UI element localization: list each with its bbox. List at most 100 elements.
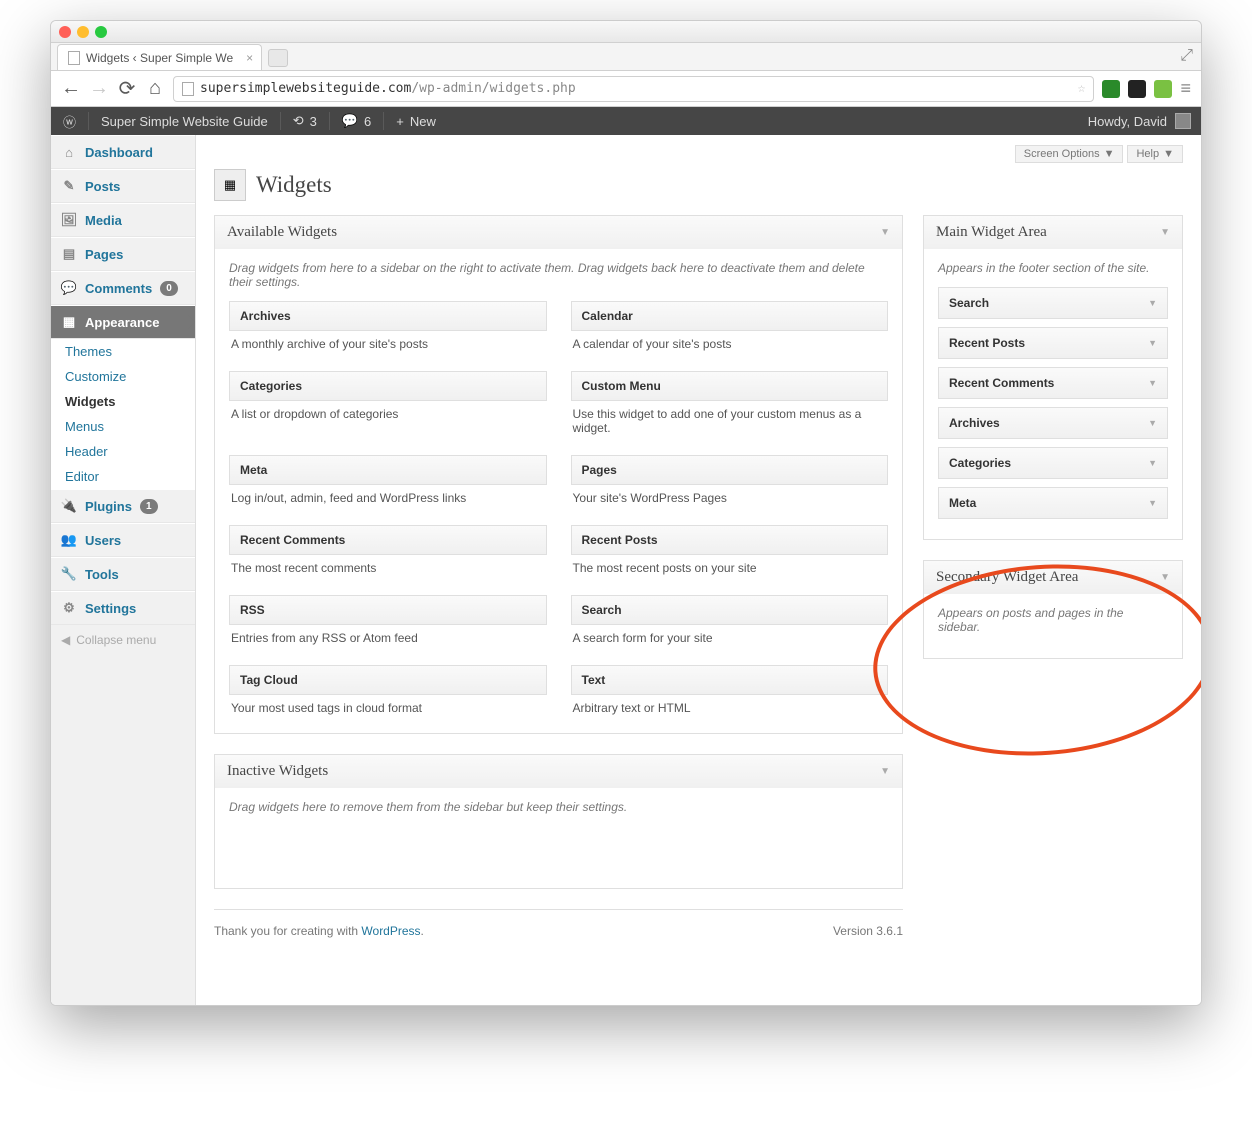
menu-plugins[interactable]: 🔌Plugins1 [51,489,195,523]
widget-description: Use this widget to add one of your custo… [571,401,889,441]
wp-admin-bar: ⓦ Super Simple Website Guide ⟲3 💬6 +New … [51,107,1201,135]
available-widget[interactable]: Custom MenuUse this widget to add one of… [571,371,889,441]
sidebar-widget-item[interactable]: Meta▼ [938,487,1168,519]
menu-settings[interactable]: ⚙Settings [51,591,195,625]
available-widget[interactable]: TextArbitrary text or HTML [571,665,889,721]
available-widget[interactable]: RSSEntries from any RSS or Atom feed [229,595,547,651]
minimize-window-button[interactable] [77,26,89,38]
chrome-menu-icon[interactable]: ≡ [1180,78,1191,99]
available-widget[interactable]: CategoriesA list or dropdown of categori… [229,371,547,441]
widget-title: Archives [229,301,547,331]
chevron-down-icon: ▼ [1148,378,1157,388]
widget-title: Search [571,595,889,625]
site-name-menu[interactable]: Super Simple Website Guide [89,107,280,135]
plugin-icon: 🔌 [61,498,77,514]
extension-icon[interactable] [1154,80,1172,98]
tab-title: Widgets ‹ Super Simple We [86,51,233,65]
bookmark-star-icon[interactable]: ☆ [1078,81,1086,96]
widget-name: Categories [949,456,1011,470]
available-widget[interactable]: Recent CommentsThe most recent comments [229,525,547,581]
new-content-menu[interactable]: +New [384,107,448,135]
refresh-icon: ⟲ [293,113,304,129]
zoom-window-button[interactable] [95,26,107,38]
extension-icon[interactable] [1102,80,1120,98]
submenu-menus[interactable]: Menus [51,414,195,439]
available-widget[interactable]: Recent PostsThe most recent posts on you… [571,525,889,581]
browser-tab[interactable]: Widgets ‹ Super Simple We × [57,44,262,70]
submenu-widgets[interactable]: Widgets [51,389,195,414]
reload-button[interactable]: ⟳ [117,76,137,101]
available-widget[interactable]: ArchivesA monthly archive of your site's… [229,301,547,357]
wordpress-logo-icon: ⓦ [63,112,76,131]
user-avatar[interactable] [1175,113,1191,129]
sidebar-widget-item[interactable]: Recent Posts▼ [938,327,1168,359]
wp-logo-menu[interactable]: ⓦ [51,107,88,135]
back-button[interactable]: ← [61,77,81,100]
menu-label: Comments [85,281,152,296]
comments-menu[interactable]: 💬6 [330,107,383,135]
panel-title: Inactive Widgets [227,763,328,780]
sidebar-widget-item[interactable]: Categories ▼ [938,447,1168,479]
widget-description: Log in/out, admin, feed and WordPress li… [229,485,547,511]
forward-button[interactable]: → [89,77,109,100]
howdy-label[interactable]: Howdy, David [1088,114,1167,129]
available-widget[interactable]: CalendarA calendar of your site's posts [571,301,889,357]
chevron-down-icon: ▼ [1148,458,1157,468]
menu-dashboard[interactable]: ⌂Dashboard [51,135,195,169]
home-button[interactable]: ⌂ [145,77,165,100]
submenu-editor[interactable]: Editor [51,464,195,489]
close-window-button[interactable] [59,26,71,38]
screen-options-button[interactable]: Screen Options▼ [1015,145,1124,163]
panel-header[interactable]: Inactive Widgets ▼ [215,755,902,788]
new-tab-button[interactable] [268,49,288,67]
menu-posts[interactable]: ✎Posts [51,169,195,203]
panel-header[interactable]: Main Widget Area ▼ [924,216,1182,249]
secondary-widget-area-panel: Secondary Widget Area ▼ Appears on posts… [923,560,1183,659]
chevron-down-icon: ▼ [1148,498,1157,508]
collapse-menu[interactable]: ◀Collapse menu [51,625,195,655]
main-content: Screen Options▼ Help▼ ▦ Widgets Availabl… [196,135,1201,1005]
updates-menu[interactable]: ⟲3 [281,107,329,135]
submenu-customize[interactable]: Customize [51,364,195,389]
widget-title: Recent Comments [229,525,547,555]
menu-label: Dashboard [85,145,153,160]
menu-tools[interactable]: 🔧Tools [51,557,195,591]
widget-description: Arbitrary text or HTML [571,695,889,721]
version-label: Version 3.6.1 [833,924,903,938]
sidebar-widget-item[interactable]: Archives▼ [938,407,1168,439]
available-widget[interactable]: SearchA search form for your site [571,595,889,651]
comment-count: 6 [364,114,371,129]
sidebar-widget-item[interactable]: Recent Comments▼ [938,367,1168,399]
chevron-down-icon: ▼ [1104,148,1115,160]
submenu-themes[interactable]: Themes [51,339,195,364]
menu-comments[interactable]: 💬Comments0 [51,271,195,305]
close-tab-icon[interactable]: × [246,51,253,65]
available-widget[interactable]: Tag CloudYour most used tags in cloud fo… [229,665,547,721]
available-widget[interactable]: MetaLog in/out, admin, feed and WordPres… [229,455,547,511]
comment-icon: 💬 [61,280,77,296]
widget-title: Recent Posts [571,525,889,555]
widget-name: Recent Posts [949,336,1025,350]
widget-description: A list or dropdown of categories [229,401,547,427]
wordpress-link[interactable]: WordPress [361,924,420,938]
submenu-header[interactable]: Header [51,439,195,464]
panel-header[interactable]: Available Widgets ▼ [215,216,902,249]
extension-icon[interactable] [1128,80,1146,98]
widgets-page-icon: ▦ [214,169,246,201]
available-widget[interactable]: PagesYour site's WordPress Pages [571,455,889,511]
menu-users[interactable]: 👥Users [51,523,195,557]
panel-header[interactable]: Secondary Widget Area ▼ [924,561,1182,594]
expand-icon[interactable]: ⤢ [1180,47,1193,65]
widget-name: Search [949,296,989,310]
collapse-icon: ◀ [61,633,70,647]
address-bar[interactable]: supersimplewebsiteguide.com/wp-admin/wid… [173,76,1094,102]
menu-label: Settings [85,601,136,616]
help-button[interactable]: Help▼ [1127,145,1183,163]
widget-name: Archives [949,416,1000,430]
widget-title: RSS [229,595,547,625]
sidebar-widget-item[interactable]: Search▼ [938,287,1168,319]
menu-pages[interactable]: ▤Pages [51,237,195,271]
menu-media[interactable]: 🖼Media [51,203,195,237]
menu-appearance[interactable]: ▦Appearance [51,305,195,339]
menu-label: Posts [85,179,120,194]
